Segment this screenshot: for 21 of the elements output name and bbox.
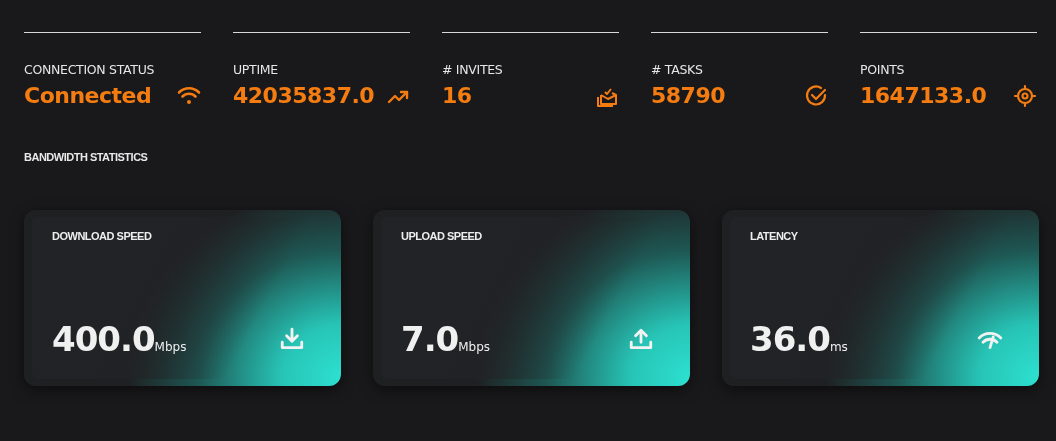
stat-label: # INVITES [442,62,504,77]
stat-label: CONNECTION STATUS [24,62,156,77]
card-title: DOWNLOAD SPEED [52,230,152,242]
card-value: 36.0ms [750,319,848,359]
section-title: BANDWIDTH STATISTICS [24,151,148,163]
stat-label: POINTS [860,62,906,77]
stat-value: Connected [24,83,152,108]
card-title: UPLOAD SPEED [401,230,482,242]
stat-label: UPTIME [233,62,279,77]
card-value: 7.0Mbps [401,319,491,359]
card-value: 400.0Mbps [52,319,187,359]
stat-value: 42035837.0 [233,83,375,108]
stat-label: # TASKS [651,62,704,77]
stat-value: 16 [442,83,472,108]
stat-value: 1647133.0 [860,83,987,108]
download-icon [279,326,305,352]
card-title: LATENCY [750,230,798,242]
upload-icon [628,326,654,352]
stat-value: 58790 [651,83,726,108]
check-circle-icon [804,83,828,108]
crosshair-icon [1013,83,1037,108]
